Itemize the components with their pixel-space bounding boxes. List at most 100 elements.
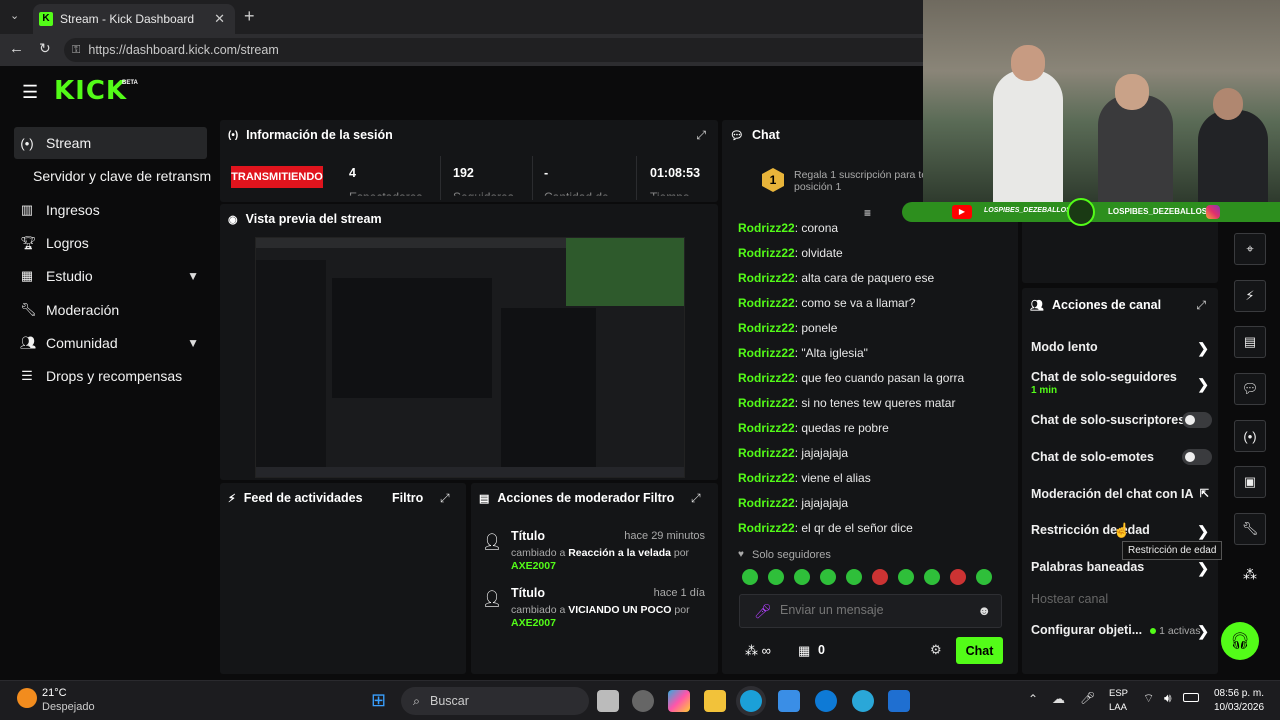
notes-button[interactable]: ▤ xyxy=(1234,326,1266,358)
chat-input[interactable]: 🎤︎ ☻ xyxy=(739,594,1002,628)
screen-capture-button[interactable]: ⌖ xyxy=(1234,233,1266,265)
sidebar-item-comunidad[interactable]: 👥︎ Comunidad ▼ xyxy=(14,327,207,359)
stream-preview-video[interactable] xyxy=(255,237,685,478)
clock-time[interactable]: 08:56 p. m. xyxy=(1214,688,1264,699)
entry-user[interactable]: AXE2007 xyxy=(511,617,556,629)
chat-username[interactable]: Rodrizz22 xyxy=(738,521,795,535)
sidebar-item-ingresos[interactable]: ▥ Ingresos xyxy=(14,194,207,226)
points-icon[interactable]: ⁂ ∞ xyxy=(745,643,771,659)
expand-icon[interactable]: ⤢ xyxy=(440,491,450,506)
tab-menu-icon[interactable]: ⌄ xyxy=(10,9,19,22)
bolt-button[interactable]: ⚡︎ xyxy=(1234,280,1266,312)
chat-username[interactable]: Rodrizz22 xyxy=(738,446,795,460)
sidebar-item-stream[interactable]: (•) Stream xyxy=(14,127,207,159)
url-field[interactable]: ⚿ https://dashboard.kick.com/stream xyxy=(64,38,964,62)
send-chat-button[interactable]: Chat xyxy=(956,637,1003,664)
close-tab-icon[interactable]: ✕ xyxy=(214,11,225,27)
taskbar-search[interactable]: ⌕ Buscar xyxy=(401,687,589,715)
banned-words-item[interactable]: Palabras baneadas ❯ xyxy=(1031,560,1211,576)
weather-temp[interactable]: 21°C xyxy=(42,687,67,699)
action-label: Configurar objeti... xyxy=(1031,623,1143,637)
entry-user[interactable]: AXE2007 xyxy=(511,560,556,572)
expand-icon[interactable]: ⤢ xyxy=(1196,298,1206,313)
chat-username[interactable]: Rodrizz22 xyxy=(738,421,795,435)
emote-icon[interactable] xyxy=(742,569,758,585)
emote-icon[interactable] xyxy=(794,569,810,585)
edge-icon[interactable] xyxy=(740,690,762,712)
copilot-icon[interactable] xyxy=(668,690,690,712)
emote-icon[interactable] xyxy=(898,569,914,585)
followers-only-item[interactable]: Chat de solo-seguidores ❯ 1 min xyxy=(1031,370,1211,398)
tab-kick-dashboard[interactable]: K Stream - Kick Dashboard ✕ xyxy=(33,4,235,34)
weather-icon[interactable] xyxy=(17,688,37,708)
chat-username[interactable]: Rodrizz22 xyxy=(738,396,795,410)
reload-icon[interactable]: ↻ xyxy=(39,40,51,57)
moderator-actions-panel: ▤ Acciones de moderador xyxy=(471,483,718,674)
task-view-icon[interactable] xyxy=(597,690,619,712)
language-1[interactable]: ESP xyxy=(1109,688,1128,699)
kick-logo[interactable]: KICK xyxy=(54,76,127,106)
emoji-icon[interactable]: ☻ xyxy=(977,603,991,618)
slow-mode-item[interactable]: Modo lento ❯ xyxy=(1031,340,1211,356)
support-button[interactable]: 🎧︎ xyxy=(1221,622,1259,660)
settings-gear-icon[interactable]: ⚙ xyxy=(930,642,942,658)
back-icon[interactable]: ← xyxy=(9,40,24,57)
sidebar-item-server-key[interactable]: Servidor y clave de retransm xyxy=(27,160,217,192)
app-icon[interactable] xyxy=(632,690,654,712)
microphone-icon[interactable]: 🎤︎ xyxy=(754,603,772,620)
chat-username[interactable]: Rodrizz22 xyxy=(738,346,795,360)
modactions-filter-button[interactable]: Filtro xyxy=(643,491,674,505)
volume-icon[interactable]: 🔊︎ xyxy=(1164,691,1172,706)
sidebar-item-logros[interactable]: 🏆︎ Logros xyxy=(14,227,207,259)
broadcast-button[interactable]: (•) xyxy=(1234,420,1266,452)
windows-start-icon[interactable]: ⊞ xyxy=(371,690,386,711)
expand-icon[interactable]: ⤢ xyxy=(691,491,701,506)
chrome-icon[interactable] xyxy=(852,690,874,712)
chat-username[interactable]: Rodrizz22 xyxy=(738,221,795,235)
ai-moderation-item[interactable]: Moderación del chat con IA ⇱ xyxy=(1031,487,1211,503)
emote-icon[interactable] xyxy=(950,569,966,585)
battery-icon[interactable] xyxy=(1183,693,1199,702)
emote-icon[interactable] xyxy=(976,569,992,585)
filter-lines-icon[interactable]: ≡ xyxy=(864,206,871,220)
outlook-icon[interactable] xyxy=(888,690,910,712)
chat-username[interactable]: Rodrizz22 xyxy=(738,496,795,510)
sidebar-item-drops[interactable]: ☰ Drops y recompensas xyxy=(14,360,207,392)
chat-button[interactable]: 💬︎ xyxy=(1234,373,1266,405)
chat-username[interactable]: Rodrizz22 xyxy=(738,296,795,310)
site-info-icon[interactable]: ⚿ xyxy=(72,44,80,57)
microphone-icon[interactable]: 🎤︎ xyxy=(1080,691,1095,705)
feed-filter-button[interactable]: Filtro xyxy=(392,491,423,505)
store-icon[interactable] xyxy=(778,690,800,712)
cloud-icon[interactable]: ☁ xyxy=(1052,691,1065,707)
chat-username[interactable]: Rodrizz22 xyxy=(738,271,795,285)
emote-icon[interactable] xyxy=(820,569,836,585)
file-explorer-icon[interactable] xyxy=(704,690,726,712)
subscribers-only-toggle[interactable] xyxy=(1182,412,1212,428)
sidebar-item-moderacion[interactable]: 🔧︎ Moderación xyxy=(14,294,207,326)
sidebar-item-estudio[interactable]: ▦ Estudio ▼ xyxy=(14,260,207,292)
panel-button[interactable]: ▣ xyxy=(1234,466,1266,498)
community-icon[interactable]: ⁂ xyxy=(1243,566,1257,583)
emotes-only-toggle[interactable] xyxy=(1182,449,1212,465)
store-icon[interactable]: ▦ xyxy=(798,643,810,659)
emote-icon[interactable] xyxy=(924,569,940,585)
chat-username[interactable]: Rodrizz22 xyxy=(738,471,795,485)
expand-icon[interactable]: ⤢ xyxy=(696,128,706,143)
chat-username[interactable]: Rodrizz22 xyxy=(738,321,795,335)
wrench-button[interactable]: 🔧︎ xyxy=(1234,513,1266,545)
chevron-up-icon[interactable]: ⌃ xyxy=(1028,692,1038,706)
chat-username[interactable]: Rodrizz22 xyxy=(738,246,795,260)
configure-goals-item[interactable]: Configurar objeti... 1 activas ❯ xyxy=(1031,623,1211,639)
chat-message: Rodrizz22: jajajajaja xyxy=(738,496,848,510)
emote-icon[interactable] xyxy=(846,569,862,585)
wifi-icon[interactable]: ⌔ xyxy=(1143,691,1154,706)
age-restriction-tooltip: Restricción de edad xyxy=(1122,541,1223,560)
hamburger-menu-icon[interactable]: ☰ xyxy=(22,82,38,103)
emote-icon[interactable] xyxy=(768,569,784,585)
new-tab-button[interactable]: + xyxy=(244,6,255,27)
message-input[interactable] xyxy=(780,603,970,617)
chat-username[interactable]: Rodrizz22 xyxy=(738,371,795,385)
hp-icon[interactable] xyxy=(815,690,837,712)
emote-icon[interactable] xyxy=(872,569,888,585)
